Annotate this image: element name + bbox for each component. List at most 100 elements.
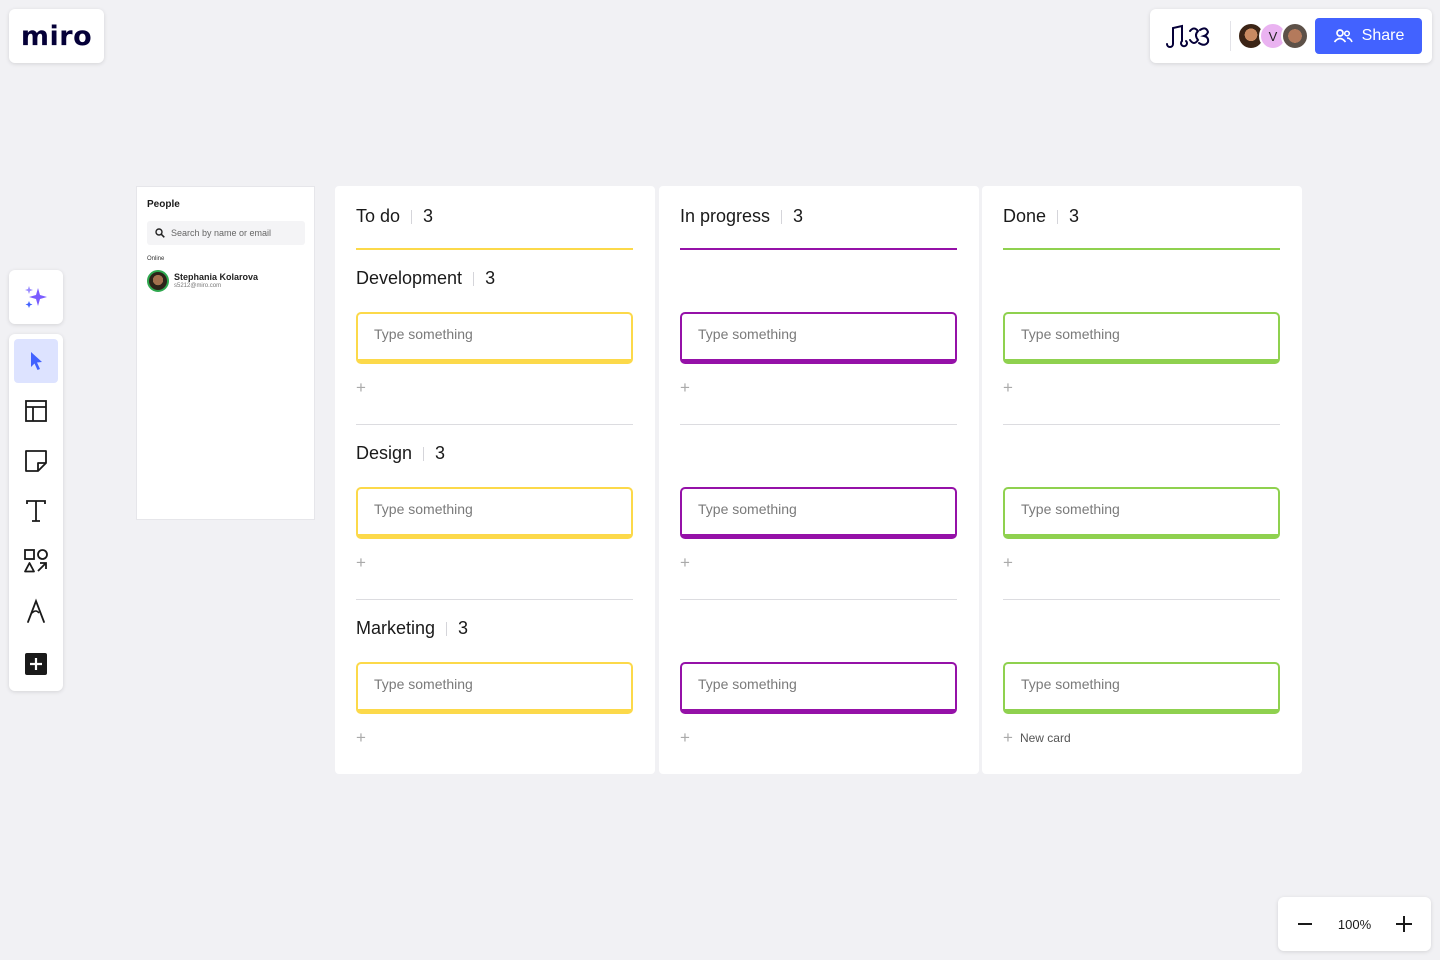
shapes-icon <box>24 549 48 573</box>
column-header[interactable]: In progress 3 <box>680 206 803 227</box>
section-divider <box>356 599 633 600</box>
header-separator <box>781 209 783 224</box>
people-panel: People Online Stephania Kolarova s5212@m… <box>136 186 315 520</box>
plus-icon: + <box>1003 378 1013 397</box>
kanban-card[interactable]: Type something <box>1003 662 1280 714</box>
people-search[interactable] <box>147 221 305 245</box>
column-title: Done <box>1003 206 1047 226</box>
users-icon <box>1333 29 1353 43</box>
collaboration-bar: V Share <box>1150 9 1432 63</box>
ai-assist-button[interactable] <box>9 270 63 324</box>
people-title: People <box>147 199 180 210</box>
template-icon <box>25 400 47 422</box>
add-card-button[interactable]: + New card <box>1003 729 1071 746</box>
left-toolbar <box>9 334 63 691</box>
people-search-input[interactable] <box>171 228 301 238</box>
select-tool[interactable] <box>14 339 58 383</box>
header-separator <box>473 271 475 286</box>
zoom-controls: 100% <box>1278 897 1431 951</box>
person-email: s5212@miro.com <box>174 283 222 289</box>
section-header[interactable]: Marketing 3 <box>356 618 468 639</box>
person-item[interactable]: Stephania Kolarova s5212@miro.com <box>147 270 258 292</box>
plus-icon: + <box>1003 553 1013 572</box>
pen-icon <box>27 598 45 623</box>
section-header[interactable]: Development 3 <box>356 268 495 289</box>
more-apps-tool[interactable] <box>14 642 58 686</box>
kanban-card[interactable]: Type something <box>1003 487 1280 539</box>
zoom-level[interactable]: 100% <box>1338 917 1371 932</box>
column-underline <box>680 248 957 250</box>
section-title: Development <box>356 268 463 288</box>
sticky-note-icon <box>25 450 47 472</box>
avatar[interactable] <box>1281 22 1309 50</box>
section-divider <box>356 424 633 425</box>
miro-logo[interactable]: miro <box>9 9 104 63</box>
section-divider <box>680 599 957 600</box>
kanban-card[interactable]: Type something <box>680 662 957 714</box>
column-count: 3 <box>423 206 434 226</box>
kanban-card[interactable]: Type something <box>680 487 957 539</box>
zoom-out-button[interactable] <box>1292 911 1318 937</box>
text-icon <box>26 500 46 522</box>
add-square-icon <box>25 653 47 675</box>
add-card-button[interactable]: + <box>680 379 690 396</box>
kanban-card[interactable]: Type something <box>680 312 957 364</box>
shapes-tool[interactable] <box>14 539 58 583</box>
column-underline <box>1003 248 1280 250</box>
column-header[interactable]: To do 3 <box>356 206 433 227</box>
kanban-column: In progress 3 Type something + Type somethin… <box>659 186 979 774</box>
section-divider <box>1003 424 1280 425</box>
reactions-icon <box>1166 24 1210 48</box>
plus-icon: + <box>356 728 366 747</box>
sparkles-icon <box>25 286 47 308</box>
share-button[interactable]: Share <box>1315 18 1422 54</box>
kanban-column: To do 3 Development 3 Type something + Design 3… <box>335 186 655 774</box>
plus-icon: + <box>356 553 366 572</box>
header-separator <box>446 621 448 636</box>
zoom-in-button[interactable] <box>1391 911 1417 937</box>
section-count: 3 <box>485 268 496 288</box>
section-title: Design <box>356 443 413 463</box>
online-label: Online <box>147 256 165 262</box>
avatar <box>147 270 169 292</box>
collaborator-avatars[interactable]: V <box>1237 22 1309 50</box>
plus-icon <box>1396 916 1412 932</box>
kanban-card[interactable]: Type something <box>356 487 633 539</box>
sticky-note-tool[interactable] <box>14 439 58 483</box>
person-name: Stephania Kolarova <box>174 272 259 282</box>
add-card-button[interactable]: + <box>1003 554 1013 571</box>
column-count: 3 <box>1069 206 1080 226</box>
add-card-button[interactable]: + <box>356 554 366 571</box>
section-divider <box>680 424 957 425</box>
kanban-column: Done 3 Type something + Type something + Type … <box>982 186 1302 774</box>
add-card-button[interactable]: + <box>1003 379 1013 396</box>
plus-icon: + <box>680 378 690 397</box>
column-title: To do <box>356 206 401 226</box>
column-header[interactable]: Done 3 <box>1003 206 1079 227</box>
toolbar-separator <box>1230 21 1231 51</box>
add-card-button[interactable]: + <box>680 729 690 746</box>
section-header[interactable]: Design 3 <box>356 443 445 464</box>
column-underline <box>356 248 633 250</box>
kanban-card[interactable]: Type something <box>1003 312 1280 364</box>
reactions-button[interactable] <box>1162 9 1226 63</box>
share-label: Share <box>1361 27 1405 44</box>
section-count: 3 <box>435 443 446 463</box>
plus-icon: + <box>356 378 366 397</box>
column-count: 3 <box>793 206 804 226</box>
text-tool[interactable] <box>14 489 58 533</box>
add-card-button[interactable]: + <box>356 379 366 396</box>
header-separator <box>411 209 413 224</box>
header-separator <box>1057 209 1059 224</box>
kanban-card[interactable]: Type something <box>356 662 633 714</box>
add-card-button[interactable]: + <box>356 729 366 746</box>
pen-tool[interactable] <box>14 589 58 633</box>
column-title: In progress <box>680 206 771 226</box>
templates-tool[interactable] <box>14 389 58 433</box>
cursor-icon <box>31 352 42 370</box>
section-title: Marketing <box>356 618 436 638</box>
plus-icon: + <box>680 553 690 572</box>
kanban-card[interactable]: Type something <box>356 312 633 364</box>
add-card-button[interactable]: + <box>680 554 690 571</box>
plus-icon: + <box>680 728 690 747</box>
